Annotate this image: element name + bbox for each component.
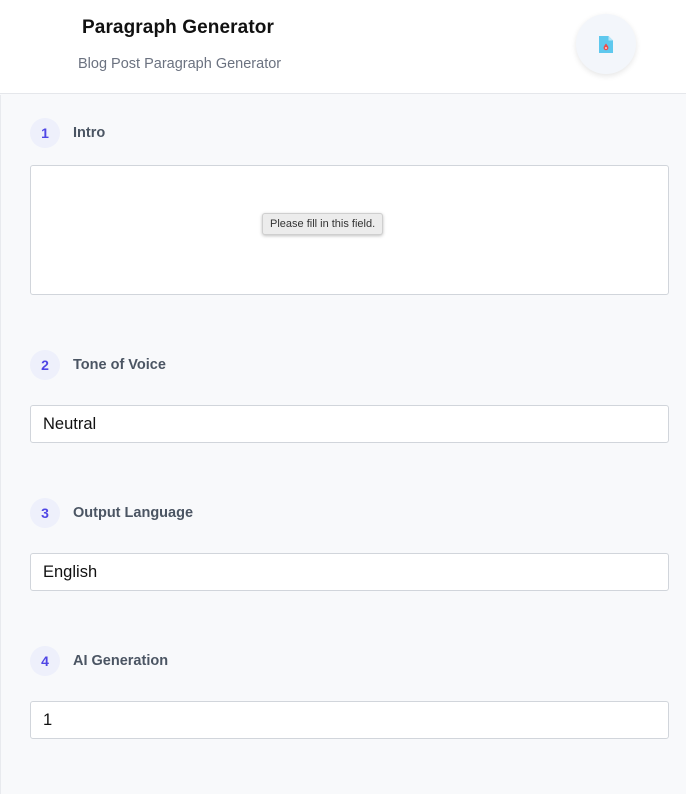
ai-generation-value: 1	[43, 710, 53, 729]
step-3-label: Output Language	[73, 505, 194, 521]
app-title: Paragraph Generator	[82, 17, 274, 38]
app-header: Paragraph Generator Blog Post Paragraph …	[0, 0, 686, 94]
step-2-label: Tone of Voice	[73, 357, 166, 373]
document-icon	[599, 35, 613, 53]
form-area: 1 Intro Please fill in this field. 2 Ton…	[0, 95, 686, 794]
ai-generation-select[interactable]: 1	[30, 701, 669, 739]
tone-of-voice-value: Neutral	[43, 414, 97, 433]
tone-of-voice-select[interactable]: Neutral	[30, 405, 669, 443]
step-3-badge: 3	[30, 498, 60, 528]
output-language-select[interactable]: English	[30, 553, 669, 591]
step-1-badge: 1	[30, 118, 60, 148]
step-4-badge: 4	[30, 646, 60, 676]
step-4-label: AI Generation	[73, 653, 169, 669]
app-subtitle: Blog Post Paragraph Generator	[78, 56, 282, 72]
app-icon-button[interactable]	[576, 14, 636, 74]
step-2-badge: 2	[30, 350, 60, 380]
step-1-label: Intro	[73, 125, 106, 141]
output-language-value: English	[43, 562, 98, 581]
validation-tooltip: Please fill in this field.	[262, 213, 384, 235]
